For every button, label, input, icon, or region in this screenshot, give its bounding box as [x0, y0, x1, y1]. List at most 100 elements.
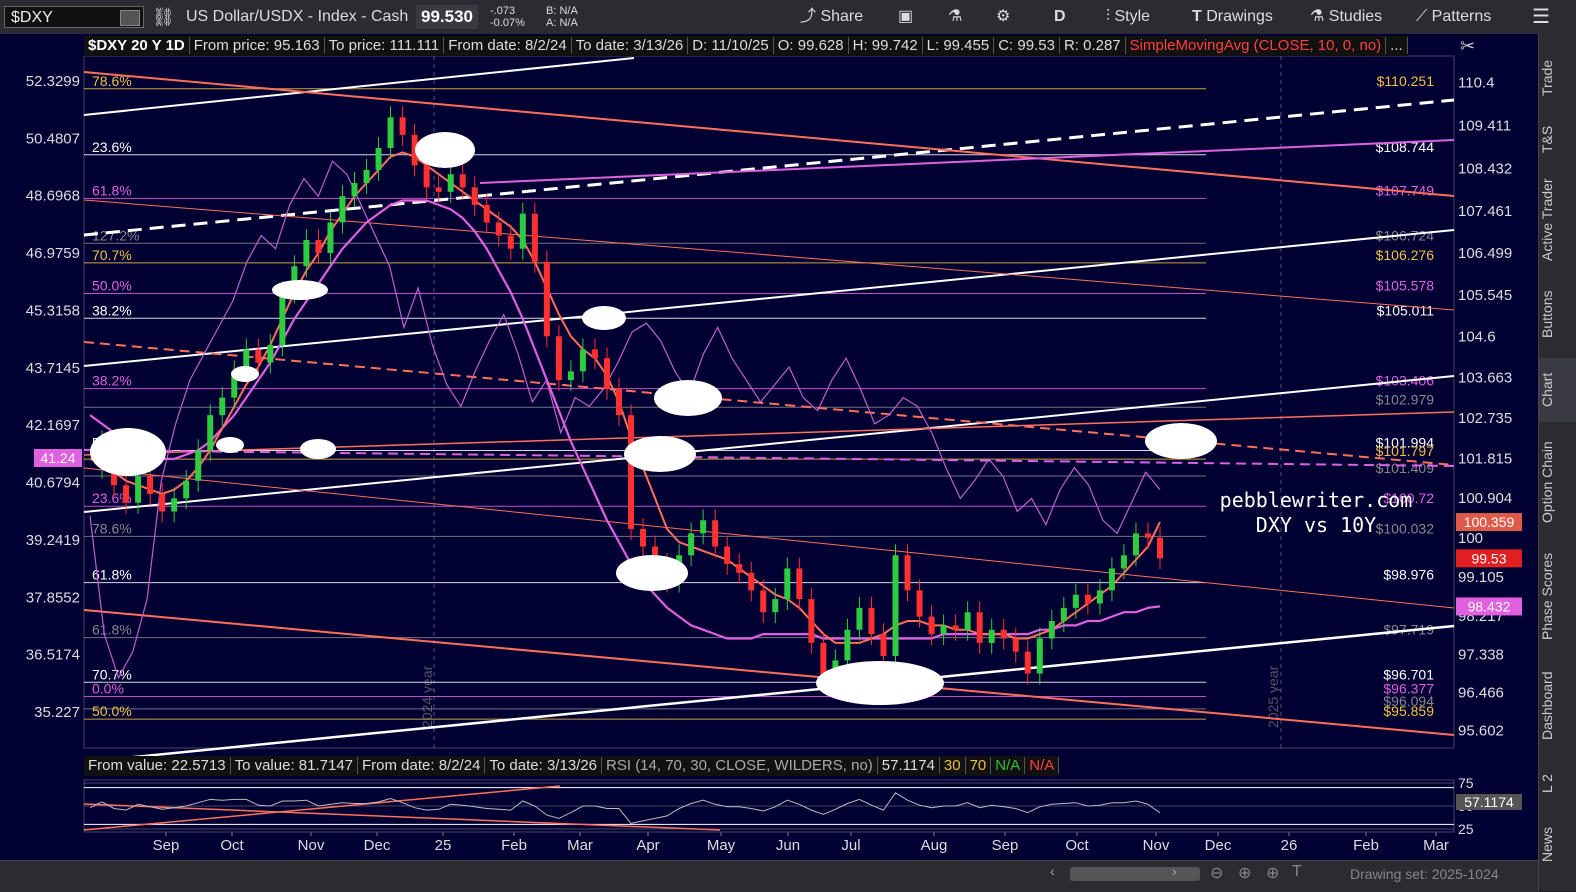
candle-body	[1108, 568, 1115, 591]
left-axis-tick: 35.227	[34, 704, 80, 721]
scroll-right-icon[interactable]: ›	[1172, 863, 1177, 879]
menu-icon[interactable]: ☰	[1532, 0, 1550, 34]
x-axis-tick: Sep	[153, 837, 180, 854]
top-toolbar: $DXY ⛓ US Dollar/USDX - Index - Cash 99.…	[0, 0, 1576, 35]
candle-body	[856, 607, 863, 630]
rsi-study-label[interactable]: RSI (14, 70, 30, CLOSE, WILDERS, no)	[602, 757, 878, 774]
horizontal-scrollbar[interactable]	[1070, 867, 1200, 881]
right-sidebar: Trade T&S Active Trader Buttons Chart Op…	[1538, 34, 1576, 891]
link-icon[interactable]: ⛓	[152, 0, 175, 34]
right-axis-tick: 95.602	[1458, 722, 1504, 739]
candle-body	[880, 634, 887, 657]
symbol-text: $DXY	[11, 9, 53, 26]
crosshair-toggle-icon[interactable]: ✂	[1460, 36, 1475, 57]
candle-body	[255, 349, 262, 363]
scroll-left-icon[interactable]: ‹	[1050, 863, 1055, 879]
text-t-icon: T	[1192, 8, 1207, 25]
symbol-selector[interactable]: $DXY	[4, 6, 144, 28]
chevron-down-icon[interactable]	[120, 10, 140, 26]
chart-svg[interactable]: 2024 year 2025 year$110.251$108.744$107.7…	[0, 34, 1538, 860]
plot-frame	[83, 55, 1455, 749]
level-label: $106.276	[1376, 247, 1435, 263]
text-tool-icon[interactable]: T	[1292, 863, 1302, 881]
candle-body	[267, 345, 274, 363]
style-menu[interactable]: ⫶ Style	[1106, 0, 1150, 34]
highlight-ellipse	[231, 366, 259, 382]
candle-body	[171, 498, 178, 512]
tab-time-sales[interactable]: T&S	[1539, 114, 1576, 164]
rsi-axis-tick: 25	[1458, 821, 1474, 837]
candle-body	[387, 117, 394, 148]
fib-label: 61.8%	[92, 182, 132, 198]
left-axis-tick: 45.3158	[26, 302, 80, 319]
tab-trade[interactable]: Trade	[1539, 48, 1576, 108]
rsi-ob: 30	[939, 757, 966, 774]
candle-body	[135, 476, 142, 503]
zoom-box-icon[interactable]: ⊕	[1266, 863, 1279, 883]
highlight-ellipse	[272, 280, 328, 300]
trend-line	[479, 139, 1455, 184]
x-axis-tick: Sep	[992, 837, 1019, 854]
tab-option-chain[interactable]: Option Chain	[1539, 430, 1576, 534]
tab-news[interactable]: News	[1539, 816, 1576, 872]
to-price: To price: 111.111	[324, 37, 445, 54]
studies-menu[interactable]: ⚗ Studies	[1310, 0, 1382, 34]
level-label: $105.578	[1376, 277, 1435, 293]
tab-active-trader[interactable]: Active Trader	[1539, 170, 1576, 270]
highlight-ellipse	[300, 439, 336, 459]
share-button[interactable]: ⤴ Share	[800, 0, 863, 34]
pattern-icon: ⟋	[1416, 8, 1432, 25]
bar-low: L: 99.455	[922, 37, 995, 54]
left-axis-tick: 46.9759	[26, 245, 80, 262]
candle-body	[904, 555, 911, 591]
tab-phase-scores[interactable]: Phase Scores	[1539, 544, 1576, 648]
trend-line	[83, 624, 1455, 764]
candle-body	[736, 564, 743, 573]
candle-body	[363, 169, 370, 184]
candle-body	[712, 520, 719, 547]
candle-body	[591, 349, 598, 359]
right-axis-tick: 105.545	[1458, 287, 1512, 304]
candle-body	[1024, 651, 1031, 674]
fib-label: 38.2%	[92, 302, 132, 318]
fib-label: 50.0%	[92, 277, 132, 293]
candle-body	[447, 174, 454, 192]
gear-icon[interactable]: ⚙	[996, 0, 1010, 34]
tab-level2[interactable]: L 2	[1539, 764, 1576, 804]
highlight-ellipse	[216, 437, 244, 453]
candle-body	[555, 336, 562, 381]
drawings-menu[interactable]: T Drawings	[1192, 0, 1273, 34]
more-icon[interactable]: ...	[1386, 37, 1408, 54]
bar-close: C: 99.53	[994, 37, 1060, 54]
level-label: $100.032	[1376, 520, 1435, 536]
tab-buttons[interactable]: Buttons	[1539, 278, 1576, 350]
candle-body	[688, 533, 695, 556]
rsi-info-bar: From value: 22.5713 To value: 81.7147 From…	[84, 756, 1060, 776]
bar-date: D: 11/10/25	[688, 37, 774, 54]
screenshot-icon[interactable]: ▣	[898, 0, 913, 34]
flask-icon[interactable]: ⚗	[948, 0, 962, 34]
period-selector[interactable]: D	[1054, 0, 1066, 34]
level-label: $110.251	[1377, 73, 1435, 89]
zoom-in-icon[interactable]: ⊕	[1238, 863, 1251, 883]
chart-area[interactable]: 2024 year 2025 year $110.251 $108.744 $107.7…	[0, 34, 1538, 860]
x-axis-tick: Apr	[636, 837, 659, 854]
highlight-ellipse	[654, 380, 722, 416]
tab-chart[interactable]: Chart	[1539, 358, 1576, 422]
bar-range: R: 0.287	[1059, 37, 1126, 54]
candle-body	[1060, 607, 1067, 621]
fib-label: 61.8%	[92, 622, 132, 638]
drawing-set-label[interactable]: Drawing set: 2025-1024	[1350, 866, 1499, 882]
candle-body	[543, 261, 550, 337]
x-axis-tick: Jul	[841, 837, 860, 854]
candle-body	[940, 625, 947, 635]
candle-body	[1096, 590, 1103, 604]
tab-dashboard[interactable]: Dashboard	[1539, 658, 1576, 754]
candle-body	[640, 529, 647, 547]
candle-body	[183, 480, 190, 499]
zoom-out-icon[interactable]: ⊖	[1210, 863, 1223, 883]
level-label: $95.859	[1383, 703, 1434, 719]
rsi-from-date: From date: 8/2/24	[358, 757, 486, 774]
sma-study-label[interactable]: SimpleMovingAvg (CLOSE, 10, 0, no)	[1125, 37, 1387, 54]
patterns-menu[interactable]: ⟋ Patterns	[1416, 0, 1491, 34]
